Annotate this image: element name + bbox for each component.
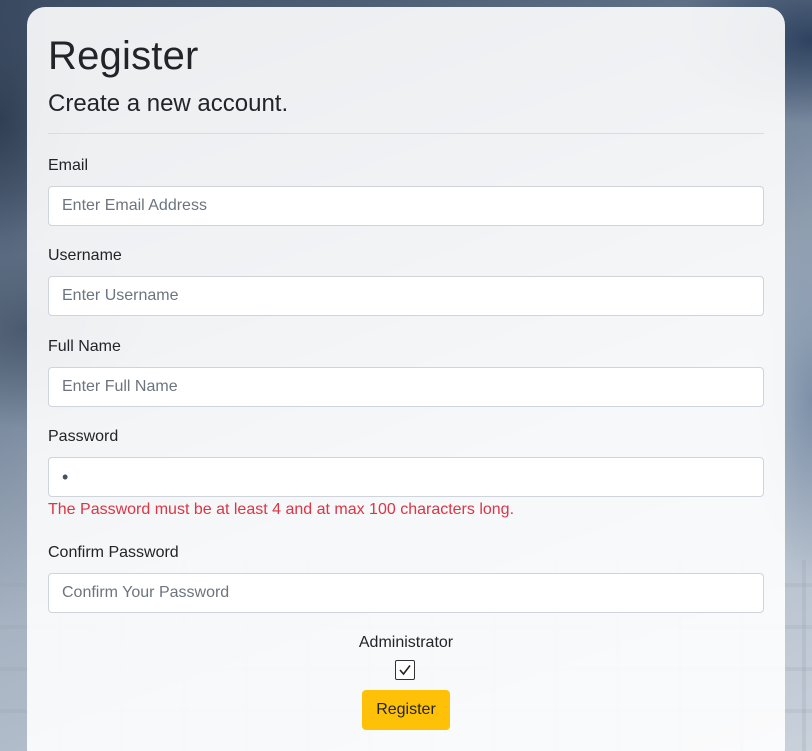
administrator-checkbox[interactable] [395, 660, 415, 680]
checkmark-icon [399, 665, 411, 676]
full-name-label: Full Name [48, 338, 121, 355]
confirm-password-label: Confirm Password [48, 544, 179, 561]
full-name-field[interactable] [48, 367, 764, 407]
page-title: Register [48, 34, 199, 78]
register-card: Register Create a new account. Email Use… [27, 7, 785, 751]
register-button[interactable]: Register [362, 690, 450, 730]
password-label: Password [48, 428, 119, 445]
email-field[interactable] [48, 186, 764, 226]
page-subtitle: Create a new account. [48, 90, 289, 117]
password-field[interactable]: • [48, 457, 764, 497]
divider [48, 133, 764, 134]
password-error-message: The Password must be at least 4 and at m… [48, 501, 515, 518]
username-label: Username [48, 247, 122, 264]
password-masked-value: • [62, 467, 69, 487]
confirm-password-field[interactable] [48, 573, 764, 613]
administrator-label: Administrator [358, 634, 454, 651]
username-field[interactable] [48, 276, 764, 316]
email-label: Email [48, 157, 89, 174]
